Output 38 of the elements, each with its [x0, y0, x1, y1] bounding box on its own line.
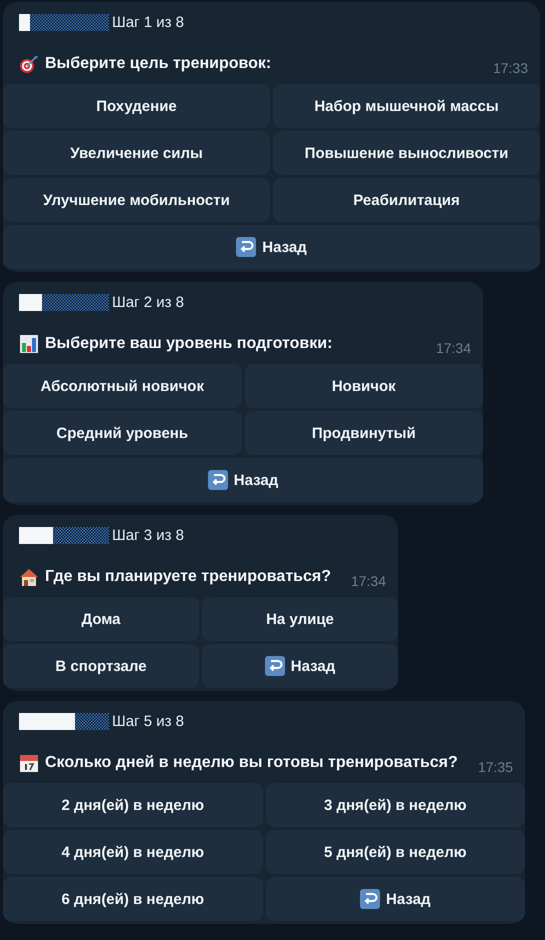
option-button[interactable]: Повышение выносливости	[273, 131, 540, 175]
option-button[interactable]: 3 дня(ей) в неделю	[266, 783, 525, 827]
option-button[interactable]: Похудение	[3, 84, 270, 128]
message-time: 17:34	[434, 340, 471, 356]
message-text: Где вы планируете тренироваться?	[45, 568, 332, 586]
step-label: Шаг 3 из 8	[112, 526, 184, 544]
back-button[interactable]: Назад	[3, 225, 540, 269]
back-button[interactable]: Назад	[266, 877, 525, 921]
target-icon	[19, 54, 39, 74]
message-time: 17:34	[350, 573, 386, 589]
bar-chart-icon	[19, 334, 39, 354]
message-text: Выберите ваш уровень подготовки:	[45, 335, 332, 353]
message-time: 17:35	[476, 759, 513, 775]
option-button[interactable]: 5 дня(ей) в неделю	[266, 830, 525, 874]
message-time: 17:33	[492, 60, 528, 76]
option-button[interactable]: Средний уровень	[3, 411, 242, 455]
calendar-icon	[19, 753, 39, 773]
option-button[interactable]: 6 дня(ей) в неделю	[3, 877, 262, 921]
option-button[interactable]: Набор мышечной массы	[273, 84, 540, 128]
message-text: Сколько дней в неделю вы готовы тренироваться?	[45, 754, 458, 772]
option-button[interactable]: Продвинутый	[244, 411, 483, 455]
option-button[interactable]: Дома	[3, 597, 199, 641]
message-text: Выберите цель тренировок:	[45, 55, 272, 73]
back-button[interactable]: Назад	[3, 458, 483, 502]
option-button[interactable]: 2 дня(ей) в неделю	[3, 783, 262, 827]
step-label: Шаг 5 из 8	[112, 712, 184, 730]
option-button[interactable]: Увеличение силы	[3, 131, 270, 175]
option-button[interactable]: На улице	[202, 597, 398, 641]
step-label: Шаг 2 из 8	[112, 294, 184, 310]
step-label: Шаг 1 из 8	[112, 14, 184, 30]
option-button[interactable]: Абсолютный новичок	[3, 364, 242, 408]
option-button[interactable]: Улучшение мобильности	[3, 178, 270, 222]
back-button[interactable]: Назад	[202, 644, 398, 688]
option-button[interactable]: В спортзале	[3, 644, 199, 688]
option-button[interactable]: Реабилитация	[273, 178, 540, 222]
option-button[interactable]: 4 дня(ей) в неделю	[3, 830, 262, 874]
option-button[interactable]: Новичок	[244, 364, 483, 408]
house-icon	[19, 567, 39, 587]
